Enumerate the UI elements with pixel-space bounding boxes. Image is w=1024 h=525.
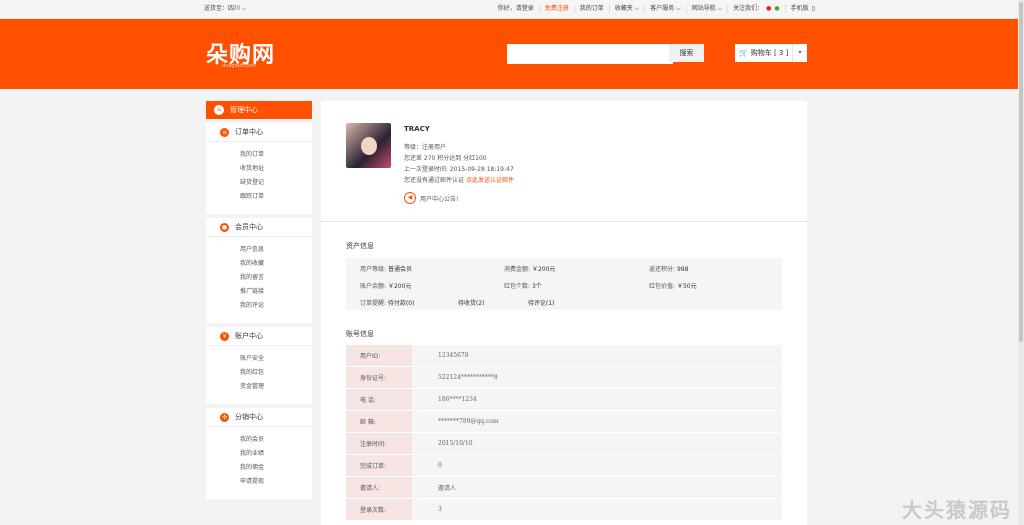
- site-logo-domain: duogou8.com: [222, 63, 257, 69]
- chevron-down-icon[interactable]: ▾: [792, 44, 807, 62]
- asset-redpacket-count: 红包个数: 3个: [504, 283, 542, 290]
- search-input[interactable]: [507, 44, 673, 64]
- sidebar-item-red-packets[interactable]: 我的红包: [240, 366, 312, 380]
- sidebar-group-account: ¥ 账户中心 账户安全 我的红包 资金管理: [206, 327, 312, 404]
- sidebar-group-orders: ≡ 订单中心 我的订单 收货地址 缺货登记 跟踪订单: [206, 123, 312, 214]
- pending-review-link[interactable]: 待评论(1): [528, 298, 555, 307]
- assets-box: 用户等级: 普通会员 消费金额: ￥200元 返还积分: 998 账户余额: ￥…: [346, 258, 782, 310]
- sidebar-group-title[interactable]: ¥ 账户中心: [206, 327, 312, 346]
- notice-button[interactable]: ◀ 用户中心公告!: [404, 192, 458, 204]
- sidebar-group-distribution: ✣ 分销中心 我的会员 我的业绩 我的佣金 申请提现: [206, 408, 312, 499]
- sidebar-item-track[interactable]: 跟踪订单: [240, 190, 312, 204]
- email-note: 您还没有通过邮件认证 点此发送认证邮件: [404, 177, 514, 184]
- profile-section: TRACY 等级：注册用户 您还差 270 积分达到 分红100 上一次登录时间…: [321, 101, 807, 222]
- user-level: 等级：注册用户: [404, 144, 447, 151]
- account-table: 用户ID: 12345678 身份证号: 522124***********8 电 …: [346, 345, 782, 521]
- sidebar-group-member: ● 会员中心 用户信息 我的收藏 我的留言 推广链接 我的评论: [206, 218, 312, 323]
- share-icon: ✣: [220, 412, 229, 422]
- main-panel: TRACY 等级：注册用户 您还差 270 积分达到 分红100 上一次登录时间…: [321, 101, 807, 525]
- table-row: 用户ID: 12345678: [346, 345, 782, 367]
- site-nav-link[interactable]: 网站导航 ⌵: [687, 5, 729, 13]
- cart-icon: 🛒: [739, 49, 748, 57]
- sidebar-item-messages[interactable]: 我的留言: [240, 271, 312, 285]
- table-row: 邀请人: 邀请人: [346, 476, 782, 499]
- table-row: 身份证号: 522124***********8: [346, 366, 782, 389]
- sidebar-item-address[interactable]: 收货地址: [240, 162, 312, 176]
- sidebar-item-stockout[interactable]: 缺货登记: [240, 176, 312, 190]
- sidebar-item-performance[interactable]: 我的业绩: [240, 447, 312, 461]
- top-bar: 送货至：四川 ⌵ 你好，请登录 免费注册 我的订单 收藏夹 ⌵ 客户服务 ⌵ 网…: [0, 0, 1024, 19]
- sidebar-item-funds[interactable]: 资金管理: [240, 380, 312, 394]
- cart-button[interactable]: 🛒 购物车 [ 3 ] ▾: [735, 44, 807, 62]
- list-icon: ≡: [220, 127, 229, 137]
- greeting-link[interactable]: 你好，请登录: [498, 5, 534, 12]
- top-links: 你好，请登录 免费注册 我的订单 收藏夹 ⌵ 客户服务 ⌵ 网站导航 ⌵ 关注我…: [493, 0, 820, 13]
- table-row: 注册时间: 2015/10/10: [346, 432, 782, 455]
- user-icon: ●: [220, 222, 229, 232]
- send-verify-email-link[interactable]: 点此发送认证邮件: [466, 177, 514, 184]
- asset-spend: 消费金额: ￥200元: [504, 266, 556, 273]
- sidebar-item-user-info[interactable]: 用户信息: [240, 243, 312, 257]
- delivery-location[interactable]: 送货至：四川 ⌵: [204, 0, 246, 18]
- sidebar-item-reviews[interactable]: 我的评论: [240, 299, 312, 313]
- follow-us: 关注我们： ● ●: [728, 5, 786, 13]
- sidebar-group-title[interactable]: ● 会员中心: [206, 218, 312, 237]
- favorites-link[interactable]: 收藏夹 ⌵: [610, 5, 646, 13]
- sidebar-item-my-orders[interactable]: 我的订单: [240, 148, 312, 162]
- account-title: 账号信息: [346, 330, 374, 338]
- last-login: 上一次登录时间: 2015-09-28 18:19:47: [404, 166, 514, 173]
- yen-icon: ¥: [220, 331, 229, 341]
- customer-service-link[interactable]: 客户服务 ⌵: [645, 5, 687, 13]
- avatar[interactable]: [346, 123, 391, 168]
- sidebar-item-favorites[interactable]: 我的收藏: [240, 257, 312, 271]
- phone-icon: ▯: [811, 5, 815, 12]
- pending-pay-link[interactable]: 待付款(0): [388, 300, 415, 307]
- speaker-icon: ◀: [404, 192, 416, 204]
- points-note: 您还差 270 积分达到 分红100: [404, 155, 487, 162]
- assets-title: 资产信息: [346, 242, 374, 250]
- sidebar-item-security[interactable]: 账户安全: [240, 352, 312, 366]
- sidebar-item-commission[interactable]: 我的佣金: [240, 461, 312, 475]
- asset-user-level: 用户等级: 普通会员: [360, 266, 412, 273]
- search-button[interactable]: 搜索: [669, 44, 704, 62]
- asset-points: 返还积分: 998: [649, 266, 689, 273]
- sidebar: ⌂ 管理中心 ≡ 订单中心 我的订单 收货地址 缺货登记 跟踪订单 ● 会员中心 用户…: [206, 101, 312, 499]
- my-orders-link[interactable]: 我的订单: [575, 5, 610, 13]
- table-row: 完成订单: 0: [346, 454, 782, 477]
- order-reminder: 订单提醒: 待付款(0): [360, 300, 415, 307]
- user-name: TRACY: [404, 125, 430, 133]
- header: 朵购网 duogou8.com 搜索 🛒 购物车 [ 3 ] ▾: [0, 19, 1024, 89]
- sidebar-item-promo-link[interactable]: 推广链接: [240, 285, 312, 299]
- sidebar-item-withdraw[interactable]: 申请提现: [240, 475, 312, 489]
- sidebar-item-management[interactable]: ⌂ 管理中心: [206, 101, 312, 119]
- sidebar-group-title[interactable]: ≡ 订单中心: [206, 123, 312, 142]
- wechat-icon[interactable]: ●: [771, 5, 779, 12]
- home-icon: ⌂: [214, 105, 224, 115]
- scrollbar[interactable]: [1018, 0, 1024, 525]
- sidebar-item-my-members[interactable]: 我的会员: [240, 433, 312, 447]
- table-row: 邮 箱: *******789@qq.com: [346, 410, 782, 433]
- mobile-link[interactable]: 手机版 ▯: [786, 5, 820, 13]
- table-row: 登录次数: 3: [346, 498, 782, 521]
- register-link[interactable]: 免费注册: [540, 5, 575, 13]
- table-row: 电 话: 186****1234: [346, 388, 782, 411]
- watermark: 大头猿源码: [902, 498, 1012, 522]
- scrollbar-thumb[interactable]: [1019, 2, 1023, 342]
- cart-label: 购物车 [ 3 ]: [750, 49, 789, 57]
- pending-receive-link[interactable]: 待收货(2): [458, 298, 485, 307]
- sidebar-group-title[interactable]: ✣ 分销中心: [206, 408, 312, 427]
- asset-redpacket-value: 红包价值: ￥50元: [649, 283, 697, 290]
- asset-balance: 账户余额: ￥200元: [360, 283, 412, 290]
